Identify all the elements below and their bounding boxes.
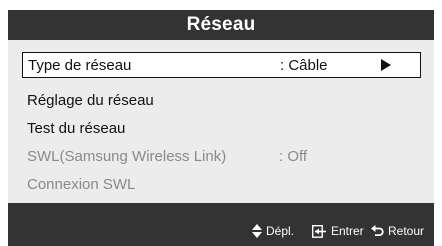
menu-item-label: Connexion SWL xyxy=(27,175,136,193)
menu-item-value: : Câble xyxy=(280,56,328,74)
hint-label: Entrer xyxy=(331,224,364,238)
menu-item-label: Réglage du réseau xyxy=(27,91,154,109)
menu-panel: Type de réseau : Câble Réglage du réseau… xyxy=(8,40,434,203)
menu-item-network-type[interactable]: Type de réseau : Câble xyxy=(22,52,421,78)
hint-move[interactable]: Dépl. xyxy=(252,222,294,240)
network-menu-window: Réseau Type de réseau : Câble Réglage du… xyxy=(0,0,442,246)
hint-label: Retour xyxy=(388,224,425,238)
window-title: Réseau xyxy=(186,14,256,35)
menu-item-value: : Off xyxy=(279,147,308,165)
enter-icon xyxy=(312,224,326,238)
hint-return[interactable]: Retour xyxy=(371,222,424,240)
menu-item-label: Test du réseau xyxy=(27,119,126,137)
hint-label: Dépl. xyxy=(266,224,295,238)
up-down-arrow-icon xyxy=(252,224,262,238)
return-icon xyxy=(371,224,384,236)
menu-item-label: Type de réseau xyxy=(28,56,132,74)
title-bar: Réseau xyxy=(8,10,434,40)
menu-item-label: SWL(Samsung Wireless Link) xyxy=(27,147,227,165)
arrow-right-icon xyxy=(381,59,391,71)
hint-enter[interactable]: Entrer xyxy=(312,222,364,240)
footer-bar: Dépl. Entrer Retour xyxy=(8,203,434,246)
